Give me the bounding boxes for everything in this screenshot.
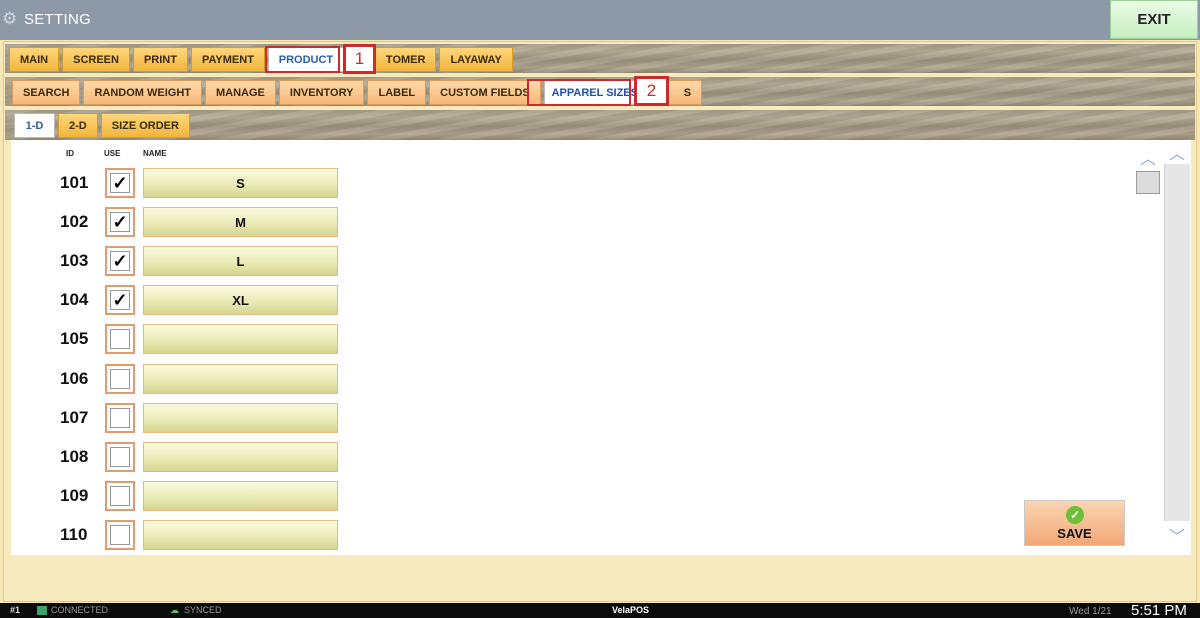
use-checkbox[interactable] <box>105 324 135 354</box>
gear-icon: ⚙ <box>2 9 18 28</box>
size-name-field[interactable] <box>143 520 338 550</box>
main-tabs: MAIN SCREEN PRINT PAYMENT PRODUCT TOMER … <box>9 47 513 72</box>
page-scroll-down-icon[interactable]: ﹀ <box>1166 530 1188 546</box>
checkbox-empty <box>110 525 130 545</box>
row-id: 107 <box>60 408 89 427</box>
tab-search[interactable]: SEARCH <box>12 80 81 105</box>
row-id: 103 <box>60 251 89 270</box>
checkbox-empty <box>110 369 130 389</box>
page-scrollbar[interactable] <box>1164 164 1190 521</box>
checkmark-icon: ✓ <box>110 290 130 310</box>
tab-print[interactable]: PRINT <box>132 47 188 72</box>
use-checkbox[interactable] <box>105 520 135 550</box>
tab-1d[interactable]: 1-D <box>14 113 55 138</box>
checkmark-icon: ✓ <box>110 251 130 271</box>
checkbox-empty <box>110 329 130 349</box>
size-name-field[interactable]: S <box>143 168 338 198</box>
row-id: 104 <box>60 290 89 309</box>
callout-1: 1 <box>343 44 376 74</box>
use-checkbox[interactable] <box>105 364 135 394</box>
checkbox-empty <box>110 447 130 467</box>
row-id: 110 <box>60 525 88 544</box>
status-bar: #1 CONNECTED ☁ SYNCED VelaPOS Wed 1/21 5… <box>0 602 1200 618</box>
checkmark-icon: ✓ <box>110 212 130 232</box>
checkbox-empty <box>110 408 130 428</box>
tab-product[interactable]: PRODUCT <box>267 47 344 72</box>
size-tabs: 1-D 2-D SIZE ORDER <box>14 113 190 138</box>
save-label: SAVE <box>1057 526 1092 541</box>
checkbox-empty <box>110 486 130 506</box>
column-header-use: USE <box>104 149 121 158</box>
row-id: 109 <box>60 486 89 505</box>
title-bar: ⚙ SETTING <box>0 0 1200 40</box>
window-title: SETTING <box>24 11 92 28</box>
chevron-up-icon[interactable]: ︿ <box>1137 152 1159 168</box>
tab-screen[interactable]: SCREEN <box>62 47 130 72</box>
tab-size-order[interactable]: SIZE ORDER <box>100 113 190 138</box>
cloud-icon: ☁ <box>170 605 179 615</box>
size-name-field[interactable] <box>143 403 338 433</box>
save-button[interactable]: ✓ SAVE <box>1024 500 1125 546</box>
column-header-id: ID <box>66 149 74 158</box>
exit-button[interactable]: EXIT <box>1110 0 1198 39</box>
use-checkbox[interactable]: ✓ <box>105 168 135 198</box>
column-header-name: NAME <box>143 149 167 158</box>
tab-main[interactable]: MAIN <box>9 47 60 72</box>
checkmark-circle-icon: ✓ <box>1066 506 1084 524</box>
use-checkbox[interactable]: ✓ <box>105 207 135 237</box>
status-date: Wed 1/21 <box>1069 606 1112 617</box>
tab-random-weight[interactable]: RANDOM WEIGHT <box>83 80 202 105</box>
checkmark-icon: ✓ <box>110 173 130 193</box>
size-name-field[interactable] <box>143 364 338 394</box>
page-scroll-up-icon[interactable]: ︿ <box>1166 147 1188 163</box>
size-name-field[interactable] <box>143 324 338 354</box>
use-checkbox[interactable]: ✓ <box>105 246 135 276</box>
sub-tabs: SEARCH RANDOM WEIGHT MANAGE INVENTORY LA… <box>12 80 703 105</box>
connection-status: CONNECTED <box>51 605 109 615</box>
sync-status: SYNCED <box>184 605 222 615</box>
tab-manage[interactable]: MANAGE <box>205 80 276 105</box>
tab-inventory[interactable]: INVENTORY <box>278 80 365 105</box>
use-checkbox[interactable] <box>105 442 135 472</box>
size-name-field[interactable] <box>143 481 338 511</box>
use-checkbox[interactable]: ✓ <box>105 285 135 315</box>
size-name-field[interactable] <box>143 442 338 472</box>
row-id: 101 <box>60 173 89 192</box>
app-name: VelaPOS <box>612 605 650 615</box>
terminal-number: #1 <box>10 605 21 615</box>
size-name-field[interactable]: L <box>143 246 338 276</box>
use-checkbox[interactable] <box>105 403 135 433</box>
tab-layaway[interactable]: LAYAWAY <box>439 47 513 72</box>
use-checkbox[interactable] <box>105 481 135 511</box>
row-id: 105 <box>60 329 89 348</box>
row-id: 102 <box>60 212 89 231</box>
size-name-field[interactable]: M <box>143 207 338 237</box>
tab-2d[interactable]: 2-D <box>58 113 98 138</box>
row-id: 108 <box>60 447 89 466</box>
tab-payment[interactable]: PAYMENT <box>190 47 265 72</box>
list-scroll-thumb[interactable] <box>1136 171 1160 194</box>
tab-apparel-sizes[interactable]: APPAREL SIZES <box>543 80 646 105</box>
row-id: 106 <box>60 369 89 388</box>
tab-custom-fields[interactable]: CUSTOM FIELDS <box>429 80 541 105</box>
callout-2: 2 <box>634 76 669 106</box>
size-name-field[interactable]: XL <box>143 285 338 315</box>
tab-label[interactable]: LABEL <box>367 80 427 105</box>
status-time: 5:51 PM <box>1131 602 1187 618</box>
network-icon <box>37 606 47 615</box>
